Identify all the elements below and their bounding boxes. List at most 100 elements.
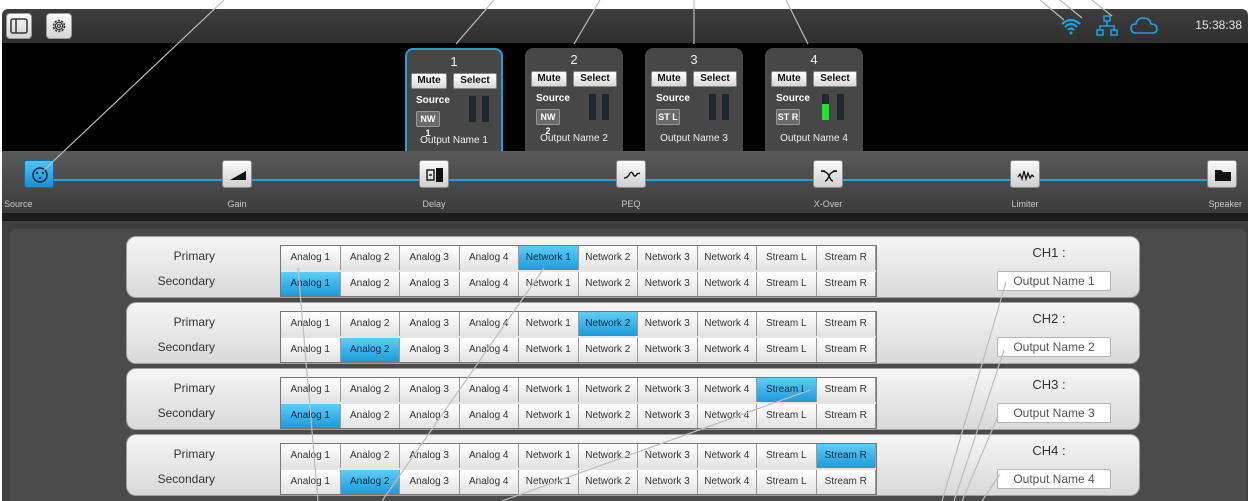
chain-node-peq[interactable] (616, 160, 646, 188)
primary-source-button[interactable]: Network 3 (638, 246, 698, 270)
primary-source-button[interactable]: Stream L (757, 444, 817, 468)
secondary-source-button[interactable]: Analog 1 (281, 338, 341, 362)
secondary-source-button[interactable]: Network 1 (519, 470, 579, 494)
chain-node-xover[interactable] (813, 160, 843, 188)
secondary-source-button[interactable]: Analog 3 (400, 272, 460, 296)
secondary-source-button[interactable]: Network 3 (638, 404, 698, 428)
primary-source-button[interactable]: Network 3 (638, 312, 698, 336)
primary-source-button[interactable]: Network 2 (578, 378, 638, 402)
secondary-source-button[interactable]: Stream L (757, 404, 817, 428)
mute-button[interactable]: Mute (651, 71, 687, 87)
primary-source-button[interactable]: Network 1 (519, 444, 579, 468)
primary-source-button[interactable]: Network 4 (697, 246, 757, 270)
primary-source-button[interactable]: Network 3 (638, 378, 698, 402)
secondary-source-button[interactable]: Stream L (757, 470, 817, 494)
primary-source-button[interactable]: Stream L (757, 246, 817, 270)
primary-source-button[interactable]: Analog 4 (459, 444, 519, 468)
secondary-source-button[interactable]: Network 4 (697, 338, 757, 362)
primary-source-button[interactable]: Network 1 (519, 312, 579, 336)
primary-source-button[interactable]: Network 3 (638, 444, 698, 468)
secondary-source-button[interactable]: Analog 4 (459, 272, 519, 296)
primary-source-button[interactable]: Network 1 (519, 246, 579, 270)
primary-source-button[interactable]: Analog 1 (281, 378, 341, 402)
primary-source-button[interactable]: Analog 2 (340, 444, 400, 468)
secondary-source-button[interactable]: Stream R (816, 338, 876, 362)
primary-source-button[interactable]: Analog 3 (400, 246, 460, 270)
primary-source-button[interactable]: Analog 1 (281, 312, 341, 336)
primary-source-button[interactable]: Stream R (816, 444, 876, 468)
output-card-4[interactable]: 4 Mute Select Source ST R Output Name 4 (765, 48, 863, 151)
secondary-source-button[interactable]: Analog 2 (340, 272, 400, 296)
secondary-source-button[interactable]: Network 4 (697, 272, 757, 296)
primary-source-button[interactable]: Network 4 (697, 378, 757, 402)
primary-source-button[interactable]: Analog 2 (340, 312, 400, 336)
chain-node-speaker[interactable] (1207, 160, 1237, 188)
chain-node-delay[interactable] (419, 160, 449, 188)
primary-source-button[interactable]: Analog 1 (281, 444, 341, 468)
chain-node-source[interactable] (24, 160, 54, 188)
channel-output-name-field[interactable]: Output Name 1 (997, 271, 1111, 291)
channel-output-name-field[interactable]: Output Name 4 (997, 469, 1111, 489)
secondary-source-button[interactable]: Analog 2 (340, 404, 400, 428)
output-card-1[interactable]: 1 Mute Select Source NW 1 Output Name 1 (405, 48, 503, 151)
secondary-source-button[interactable]: Analog 2 (340, 338, 400, 362)
secondary-source-button[interactable]: Analog 1 (281, 272, 341, 296)
primary-source-button[interactable]: Stream R (816, 312, 876, 336)
select-button[interactable]: Select (453, 73, 497, 89)
secondary-source-button[interactable]: Analog 1 (281, 404, 341, 428)
primary-source-button[interactable]: Network 2 (578, 246, 638, 270)
channel-output-name-field[interactable]: Output Name 3 (997, 403, 1111, 423)
select-button[interactable]: Select (813, 71, 857, 87)
primary-source-button[interactable]: Analog 3 (400, 312, 460, 336)
output-card-2[interactable]: 2 Mute Select Source NW 2 Output Name 2 (525, 48, 623, 151)
mute-button[interactable]: Mute (531, 71, 567, 87)
select-button[interactable]: Select (693, 71, 737, 87)
secondary-source-button[interactable]: Network 2 (578, 272, 638, 296)
chain-node-gain[interactable] (222, 160, 252, 188)
primary-source-button[interactable]: Analog 4 (459, 312, 519, 336)
mute-button[interactable]: Mute (411, 73, 447, 89)
primary-source-button[interactable]: Stream L (757, 312, 817, 336)
primary-source-button[interactable]: Stream R (816, 378, 876, 402)
secondary-source-button[interactable]: Network 3 (638, 338, 698, 362)
secondary-source-button[interactable]: Analog 3 (400, 470, 460, 494)
settings-button[interactable] (46, 13, 72, 39)
secondary-source-button[interactable]: Stream R (816, 272, 876, 296)
primary-source-button[interactable]: Network 4 (697, 312, 757, 336)
primary-source-button[interactable]: Network 1 (519, 378, 579, 402)
primary-source-button[interactable]: Network 2 (578, 312, 638, 336)
primary-source-button[interactable]: Network 2 (578, 444, 638, 468)
secondary-source-button[interactable]: Analog 3 (400, 404, 460, 428)
secondary-source-button[interactable]: Network 2 (578, 470, 638, 494)
secondary-source-button[interactable]: Analog 4 (459, 470, 519, 494)
secondary-source-button[interactable]: Stream R (816, 470, 876, 494)
chain-node-limiter[interactable] (1010, 160, 1040, 188)
select-button[interactable]: Select (573, 71, 617, 87)
primary-source-button[interactable]: Analog 4 (459, 378, 519, 402)
primary-source-button[interactable]: Network 4 (697, 444, 757, 468)
channel-output-name-field[interactable]: Output Name 2 (997, 337, 1111, 357)
secondary-source-button[interactable]: Analog 1 (281, 470, 341, 494)
secondary-source-button[interactable]: Stream R (816, 404, 876, 428)
secondary-source-button[interactable]: Analog 4 (459, 404, 519, 428)
primary-source-button[interactable]: Analog 3 (400, 444, 460, 468)
secondary-source-button[interactable]: Analog 3 (400, 338, 460, 362)
secondary-source-button[interactable]: Network 4 (697, 404, 757, 428)
primary-source-button[interactable]: Stream R (816, 246, 876, 270)
secondary-source-button[interactable]: Analog 4 (459, 338, 519, 362)
primary-source-button[interactable]: Stream L (757, 378, 817, 402)
output-card-3[interactable]: 3 Mute Select Source ST L Output Name 3 (645, 48, 743, 151)
sidebar-toggle-button[interactable] (6, 13, 32, 39)
primary-source-button[interactable]: Analog 4 (459, 246, 519, 270)
mute-button[interactable]: Mute (771, 71, 807, 87)
secondary-source-button[interactable]: Network 2 (578, 338, 638, 362)
primary-source-button[interactable]: Analog 2 (340, 246, 400, 270)
secondary-source-button[interactable]: Network 1 (519, 272, 579, 296)
secondary-source-button[interactable]: Network 2 (578, 404, 638, 428)
secondary-source-button[interactable]: Network 3 (638, 272, 698, 296)
primary-source-button[interactable]: Analog 2 (340, 378, 400, 402)
primary-source-button[interactable]: Analog 1 (281, 246, 341, 270)
primary-source-button[interactable]: Analog 3 (400, 378, 460, 402)
secondary-source-button[interactable]: Network 4 (697, 470, 757, 494)
secondary-source-button[interactable]: Network 1 (519, 404, 579, 428)
